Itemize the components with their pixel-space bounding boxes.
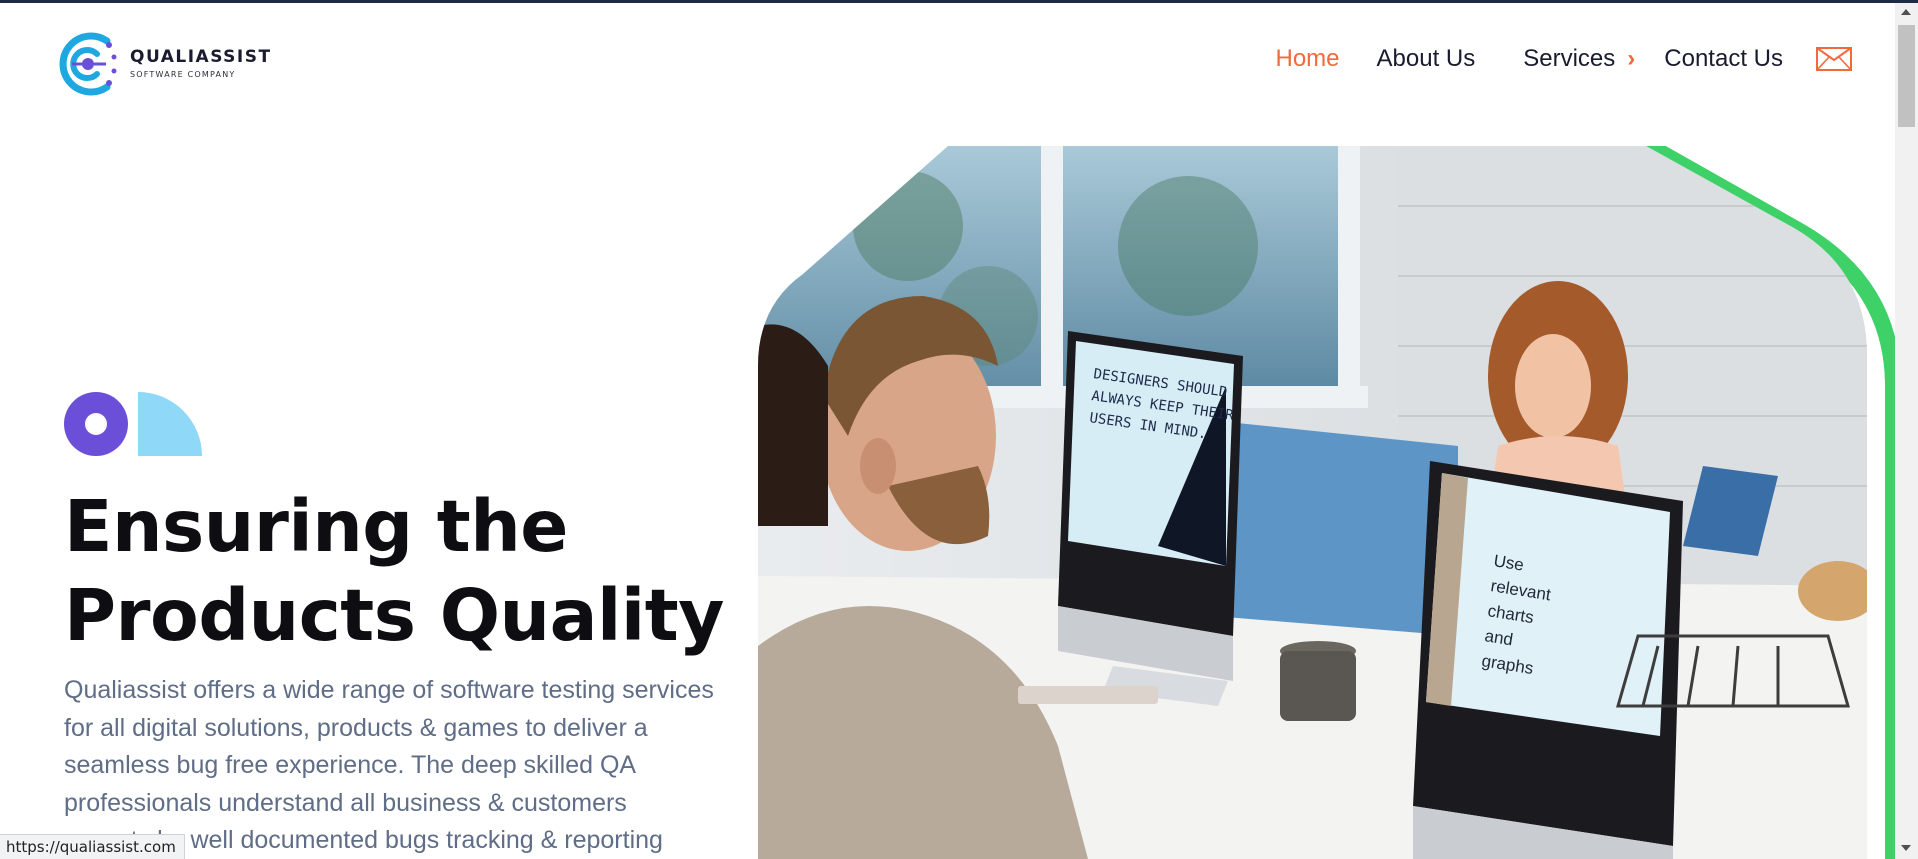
nav-item-home[interactable]: Home bbox=[1276, 45, 1340, 73]
hero-title: Ensuring the Products Quality bbox=[64, 482, 764, 660]
status-bar-url: https://qualiassist.com bbox=[0, 834, 185, 859]
scroll-up-arrow-icon[interactable] bbox=[1901, 9, 1911, 15]
blue-quarter-shape bbox=[138, 392, 202, 456]
qualiassist-logo-icon bbox=[59, 32, 117, 96]
nav-item-about-us[interactable]: About Us bbox=[1377, 45, 1476, 73]
brand-tagline: SOFTWARE COMPANY bbox=[130, 70, 236, 79]
nav-item-contact-us[interactable]: Contact Us bbox=[1664, 45, 1783, 73]
scroll-down-arrow-icon[interactable] bbox=[1901, 845, 1911, 851]
brand-name: QUALIASSIST bbox=[130, 47, 272, 67]
site-header: QUALIASSIST SOFTWARE COMPANY Home About … bbox=[0, 3, 1895, 119]
purple-ring-shape bbox=[64, 392, 128, 456]
chevron-right-icon: › bbox=[1627, 45, 1636, 72]
nav-item-services[interactable]: Services › bbox=[1523, 45, 1635, 73]
right-monitor: Use relevant charts and graphs bbox=[1413, 461, 1683, 859]
mail-link[interactable] bbox=[1816, 47, 1852, 71]
hero-title-line-2: Products Quality bbox=[64, 574, 724, 657]
left-monitor: DESIGNERS SHOULD ALWAYS KEEP THEIR USERS… bbox=[1058, 331, 1243, 706]
hero-decoration bbox=[64, 392, 202, 456]
hero-description: Qualiassist offers a wide range of softw… bbox=[64, 676, 714, 854]
envelope-icon bbox=[1816, 47, 1852, 71]
hero-title-line-1: Ensuring the bbox=[64, 485, 568, 568]
brand-logo[interactable]: QUALIASSIST SOFTWARE COMPANY bbox=[52, 27, 272, 101]
main-nav: Home About Us Services › Contact Us bbox=[1276, 45, 1852, 73]
vertical-scrollbar[interactable] bbox=[1895, 3, 1918, 859]
nav-item-services-label: Services bbox=[1523, 45, 1616, 72]
hero-office-image: DESIGNERS SHOULD ALWAYS KEEP THEIR USERS… bbox=[758, 146, 1895, 859]
scroll-thumb[interactable] bbox=[1898, 25, 1915, 127]
logo-text: QUALIASSIST SOFTWARE COMPANY bbox=[130, 49, 272, 79]
